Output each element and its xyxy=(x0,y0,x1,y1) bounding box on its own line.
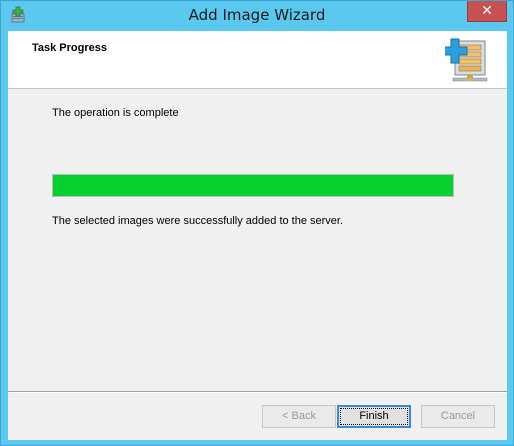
back-button[interactable]: < Back xyxy=(262,405,336,428)
title-bar[interactable]: Add Image Wizard ✕ xyxy=(1,1,513,31)
page-title: Task Progress xyxy=(32,42,108,54)
close-icon: ✕ xyxy=(481,3,493,19)
wizard-window: Add Image Wizard ✕ Task Progress The ope… xyxy=(0,0,514,446)
cancel-button[interactable]: Cancel xyxy=(421,405,495,428)
window-title: Add Image Wizard xyxy=(188,6,326,24)
progress-bar xyxy=(52,174,454,197)
wizard-header: Task Progress xyxy=(8,31,507,89)
status-text: The operation is complete xyxy=(52,107,179,119)
add-image-server-icon xyxy=(445,38,488,82)
wizard-client-area: Task Progress The operation is complete … xyxy=(8,31,507,440)
close-button[interactable]: ✕ xyxy=(467,1,507,22)
finish-button[interactable]: Finish xyxy=(337,405,411,428)
result-message: The selected images were successfully ad… xyxy=(52,215,344,227)
footer-divider xyxy=(8,391,507,393)
progress-fill xyxy=(53,175,453,196)
